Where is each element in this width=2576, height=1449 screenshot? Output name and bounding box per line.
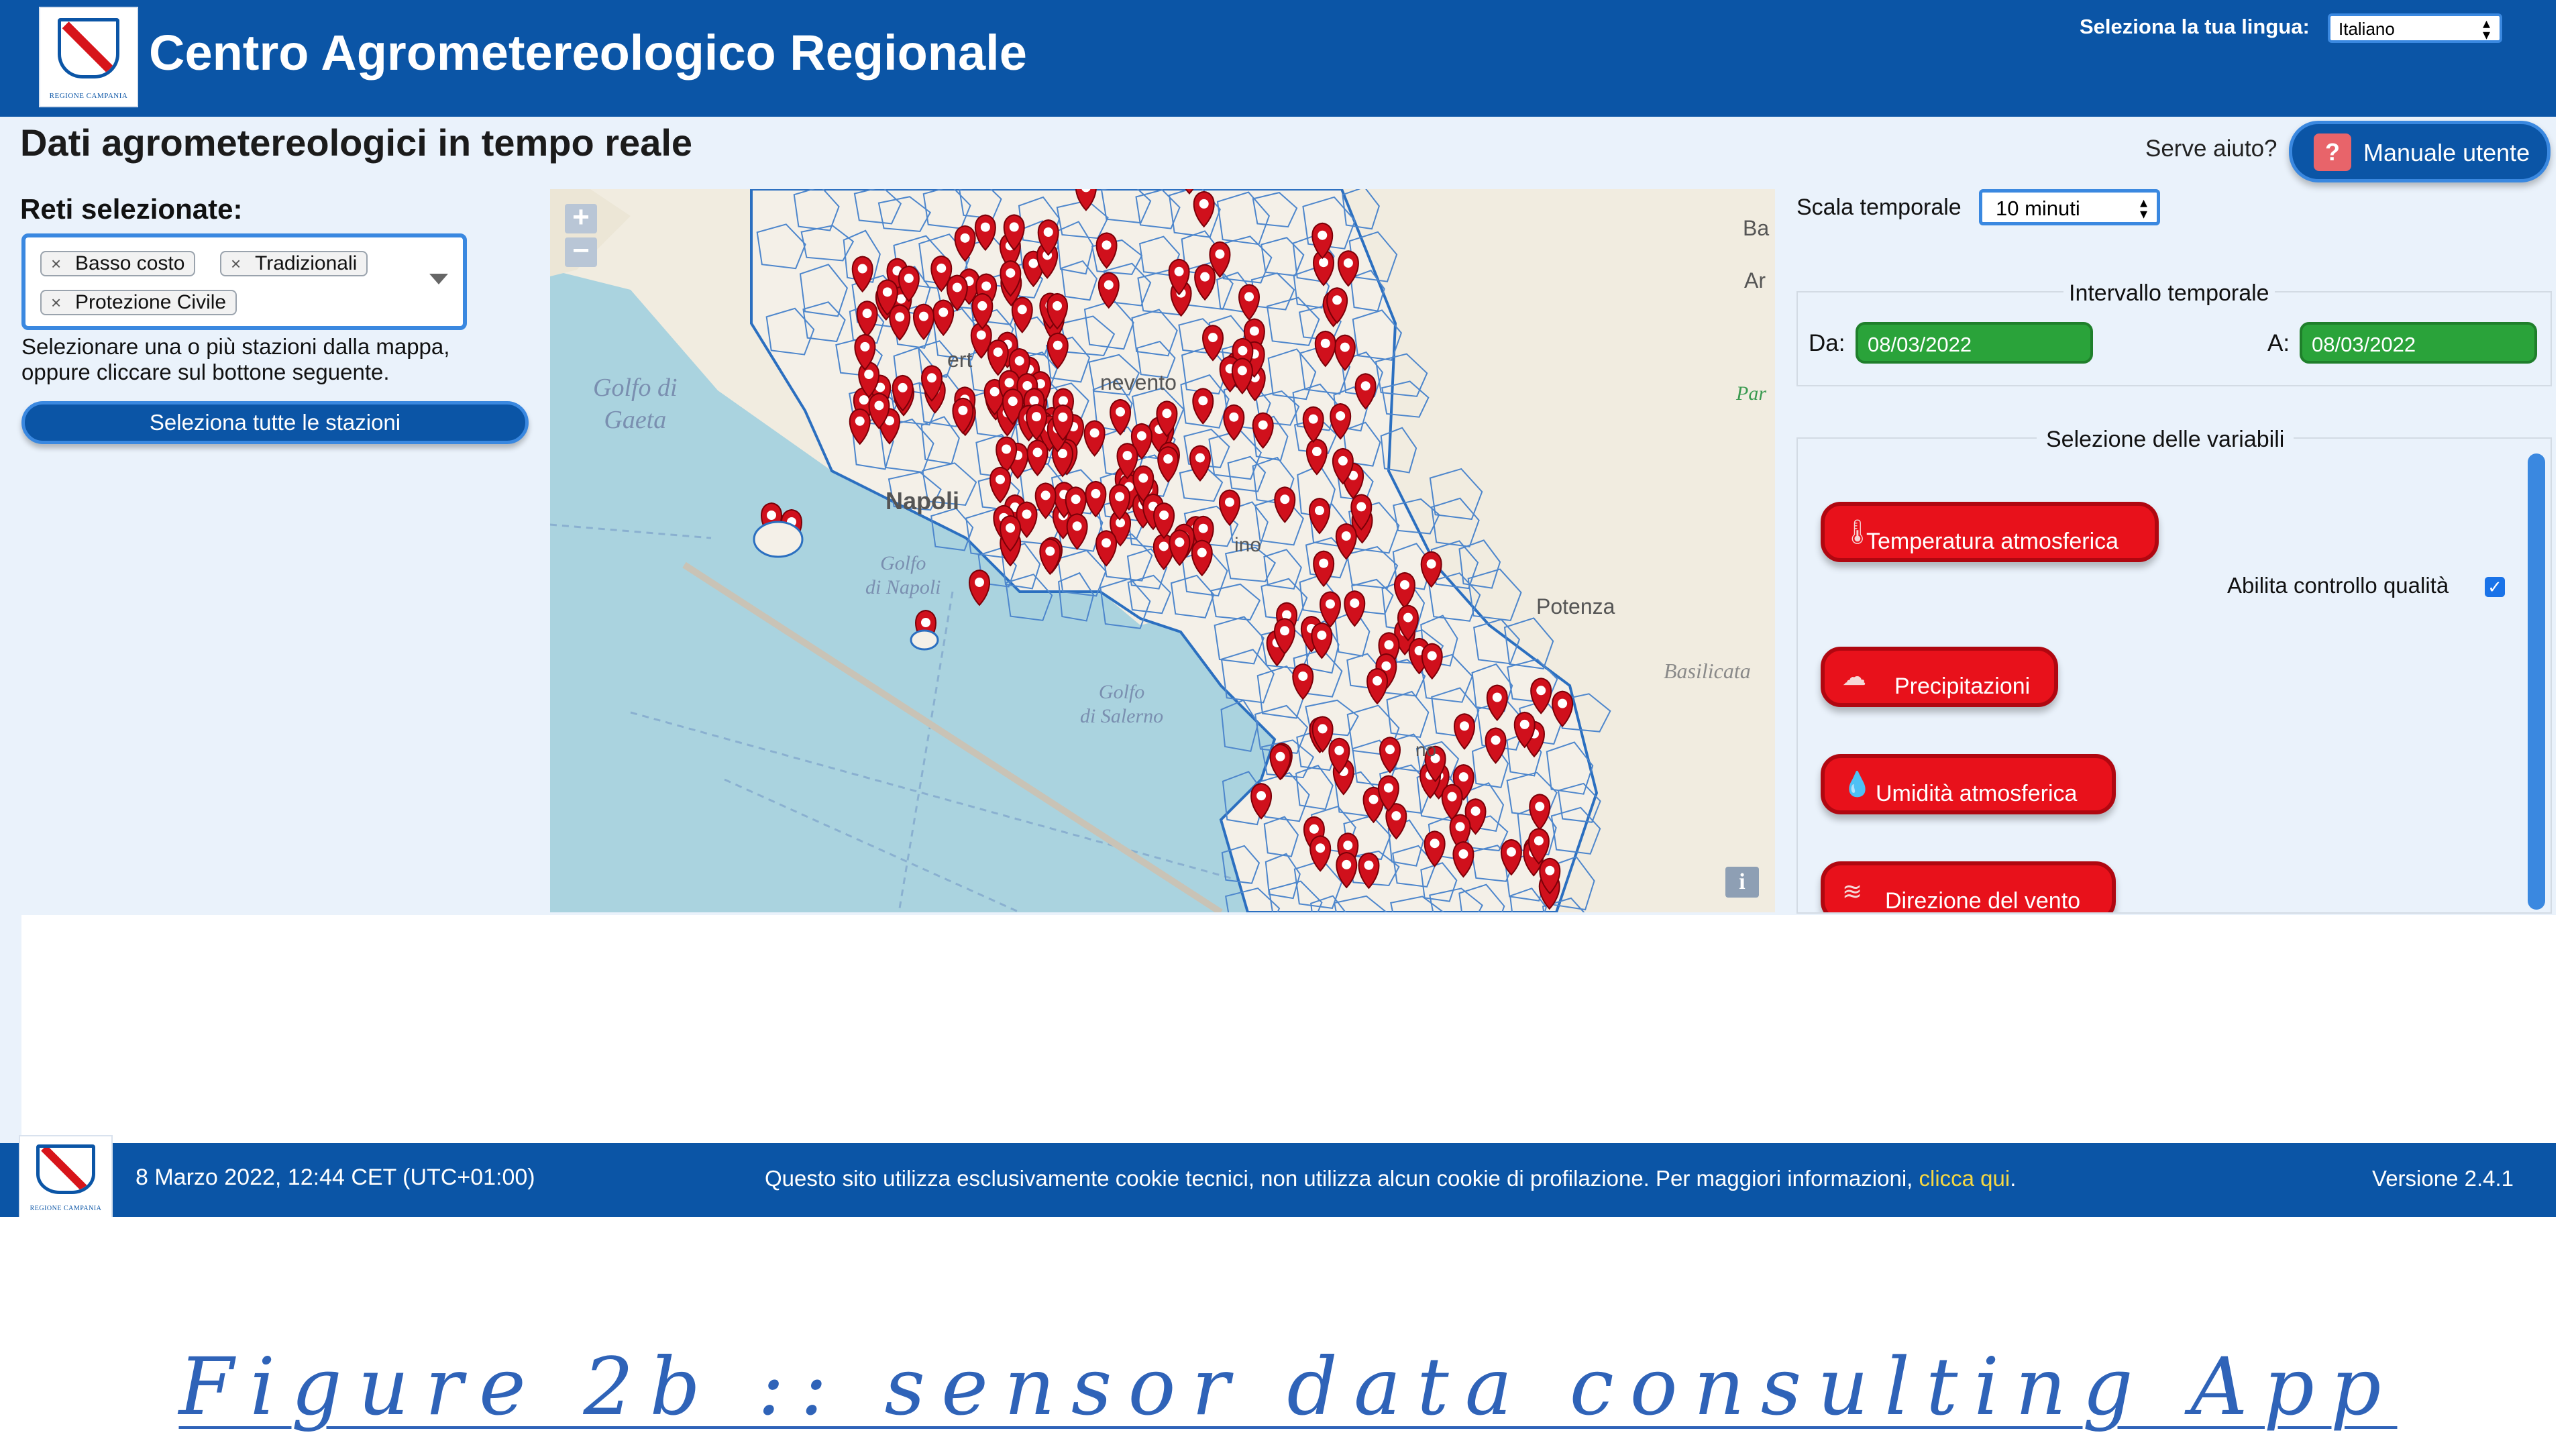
select-all-stations-button[interactable]: Seleziona tutte le stazioni [21,401,529,444]
help-book-icon: ? [2314,133,2351,171]
map-label-bari: Ba [1743,216,1770,240]
cookie-end: . [2010,1166,2017,1191]
network-chip-label: Protezione Civile [75,291,227,313]
cookie-info-link[interactable]: clicca qui [1919,1166,2010,1191]
network-chip[interactable]: × Tradizionali [220,251,368,276]
map-label-ariano: Ar [1744,268,1766,292]
footer-region-logo[interactable]: REGIONE CAMPANIA [19,1135,113,1217]
municipality-border [1458,539,1501,589]
networks-multiselect[interactable]: × Basso costo × Tradizionali × Protezion… [21,233,467,330]
map-label-benevento: nevento [1100,370,1177,394]
map-label-gulf-napoli: Golfo di Napoli [865,551,941,600]
map-label-gulf-gaeta: Golfo di Gaeta [593,372,678,436]
hint-line: oppure cliccare sul bottone seguente. [21,360,390,384]
water-drop-icon: 💧 [1842,770,1872,798]
networks-label: Reti selezionate: [20,193,243,225]
map-label-napoli: Napoli [885,487,960,515]
user-manual-button[interactable]: ? Manuale utente [2289,121,2551,182]
zoom-out-button[interactable]: − [565,236,597,267]
remove-chip-icon[interactable]: × [51,291,61,314]
map-canvas[interactable] [550,189,1775,912]
quality-control-label: Abilita controllo qualità [2227,573,2449,598]
network-chip-label: Tradizionali [255,252,358,274]
precipitation-button[interactable]: ☁ Precipitazioni [1821,647,2058,707]
page-title: Dati agrometereologici in tempo reale [20,121,693,164]
header-bar: REGIONE CAMPANIA Centro Agrometereologic… [0,0,2556,117]
island-capri [910,629,939,651]
network-chip[interactable]: × Protezione Civile [40,290,237,315]
wind-direction-button[interactable]: ≋ Direzione del vento [1821,861,2116,914]
map-label-basilicata: Basilicata [1664,659,1751,683]
map-label-caserta: ert [947,347,973,372]
app-window: REGIONE CAMPANIA Centro Agrometereologic… [0,0,2556,1217]
selection-hint: Selezionare una o più stazioni dalla map… [21,334,449,385]
footer-datetime: 8 Marzo 2022, 12:44 CET (UTC+01:00) [136,1165,535,1190]
select-arrows-icon: ▴ ▾ [2139,194,2147,222]
help-text: Serve aiuto? [2145,136,2277,162]
date-to-label: A: [2267,330,2290,356]
remove-chip-icon[interactable]: × [51,252,61,275]
map-label-line: Golfo di [593,374,678,402]
time-scale-value: 10 minuti [1996,197,2080,220]
language-select[interactable]: Italiano ▴ ▾ [2328,13,2502,43]
hint-line: Selezionare una o più stazioni dalla map… [21,334,450,359]
dropdown-caret-icon[interactable] [429,274,448,284]
quality-control-checkbox[interactable]: ✓ [2485,577,2505,597]
rain-cloud-icon: ☁ [1842,663,1866,690]
municipality-border [1429,468,1483,521]
select-arrows-icon: ▴ ▾ [2482,15,2490,43]
network-chip[interactable]: × Basso costo [40,251,196,276]
time-scale-label: Scala temporale [1796,195,1962,220]
map-label-line: di Salerno [1080,705,1164,727]
variables-title: Selezione delle variabili [2037,427,2294,453]
map-label-avellino: ino [1234,534,1262,556]
map-label-gulf-salerno: Golfo di Salerno [1080,680,1163,729]
footer-bar: REGIONE CAMPANIA 8 Marzo 2022, 12:44 CET… [0,1135,2556,1217]
temperature-label: Temperatura atmosferica [1866,529,2119,554]
municipality-border [1431,497,1480,548]
site-title: Centro Agrometereologico Regionale [149,25,1027,80]
cookie-notice: Questo sito utilizza esclusivamente cook… [765,1166,2016,1191]
map-label-line: Gaeta [604,406,667,434]
wind-direction-label: Direzione del vento [1885,888,2081,914]
temperature-button[interactable]: 🌡 Temperatura atmosferica [1821,502,2159,562]
map-label-potenza: Potenza [1536,594,1615,619]
map-label-line: di Napoli [865,576,941,598]
language-label: Seleziona la tua lingua: [2080,15,2310,38]
data-results-area [21,915,2556,1143]
language-value: Italiano [2339,19,2395,39]
logo-caption: REGIONE CAMPANIA [30,1204,102,1212]
user-manual-label: Manuale utente [2363,139,2530,166]
map-label-cilento: no [1415,739,1437,760]
time-scale-select[interactable]: 10 minuti ▴ ▾ [1979,189,2160,225]
cookie-text: Questo sito utilizza esclusivamente cook… [765,1166,1913,1191]
coat-of-arms-icon [36,1144,95,1195]
precipitation-label: Precipitazioni [1894,674,2031,699]
coat-of-arms-icon [57,17,120,79]
humidity-label: Umidità atmosferica [1876,781,2078,806]
figure-caption: Figure 2b :: sensor data consulting App [178,1340,2398,1433]
variables-panel: 🌡 Temperatura atmosferica ☁ Precipitazio… [1796,437,2552,914]
map-label-parco: Par [1736,382,1766,405]
network-chip-label: Basso costo [75,252,185,274]
map-label-line: Golfo [1098,681,1145,703]
island-ischia [753,521,804,558]
date-from-label: Da: [1809,330,1845,356]
app-version: Versione 2.4.1 [2372,1166,2514,1191]
remove-chip-icon[interactable]: × [231,252,241,275]
date-to-field[interactable]: 08/03/2022 [2300,322,2537,364]
region-logo[interactable]: REGIONE CAMPANIA [39,7,138,107]
map-label-line: Golfo [880,552,926,574]
humidity-button[interactable]: 💧 Umidità atmosferica [1821,754,2116,814]
date-from-field[interactable]: 08/03/2022 [1856,322,2093,364]
variables-scrollbar[interactable] [2528,453,2545,910]
wind-icon: ≋ [1842,877,1863,905]
logo-caption: REGIONE CAMPANIA [49,92,128,101]
zoom-in-button[interactable]: + [565,203,597,233]
map-info-button[interactable]: i [1725,867,1759,898]
time-interval-title: Intervallo temporale [2063,280,2275,307]
stations-map[interactable]: + − Golfo di Gaeta Golfo di Napoli Golfo… [550,189,1775,912]
